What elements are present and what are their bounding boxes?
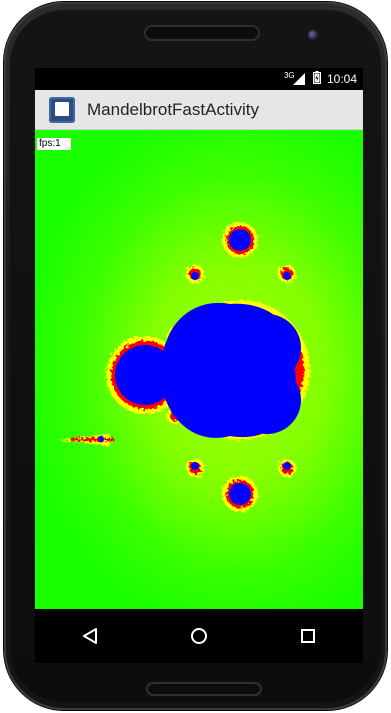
- navigation-bar: [35, 609, 363, 663]
- status-time: 10:04: [326, 72, 357, 86]
- cell-signal-icon: 3G: [284, 71, 305, 85]
- app-title: MandelbrotFastActivity: [87, 99, 259, 119]
- status-bar: 3G 10:04: [35, 68, 363, 90]
- back-triangle-icon: [82, 628, 97, 644]
- top-speaker-grille: [144, 25, 260, 41]
- front-camera: [308, 30, 318, 40]
- fps-counter: fps:1: [37, 138, 71, 150]
- mandelbrot-fractal-image: [57, 175, 363, 575]
- bottom-speaker-grille: [146, 682, 262, 696]
- back-button[interactable]: [60, 616, 120, 656]
- mandelbrot-view[interactable]: fps:1: [35, 130, 363, 609]
- recents-square-icon: [301, 629, 316, 643]
- network-type-label: 3G: [283, 71, 295, 80]
- home-circle-icon: [190, 628, 207, 644]
- battery-charging-icon: [312, 71, 321, 87]
- app-launcher-icon: [49, 96, 75, 123]
- recents-button[interactable]: [278, 616, 338, 656]
- phone-screen: 3G 10:04 MandelbrotFastActivity fps:1: [35, 68, 363, 663]
- action-bar: MandelbrotFastActivity: [35, 90, 363, 130]
- home-button[interactable]: [169, 616, 229, 656]
